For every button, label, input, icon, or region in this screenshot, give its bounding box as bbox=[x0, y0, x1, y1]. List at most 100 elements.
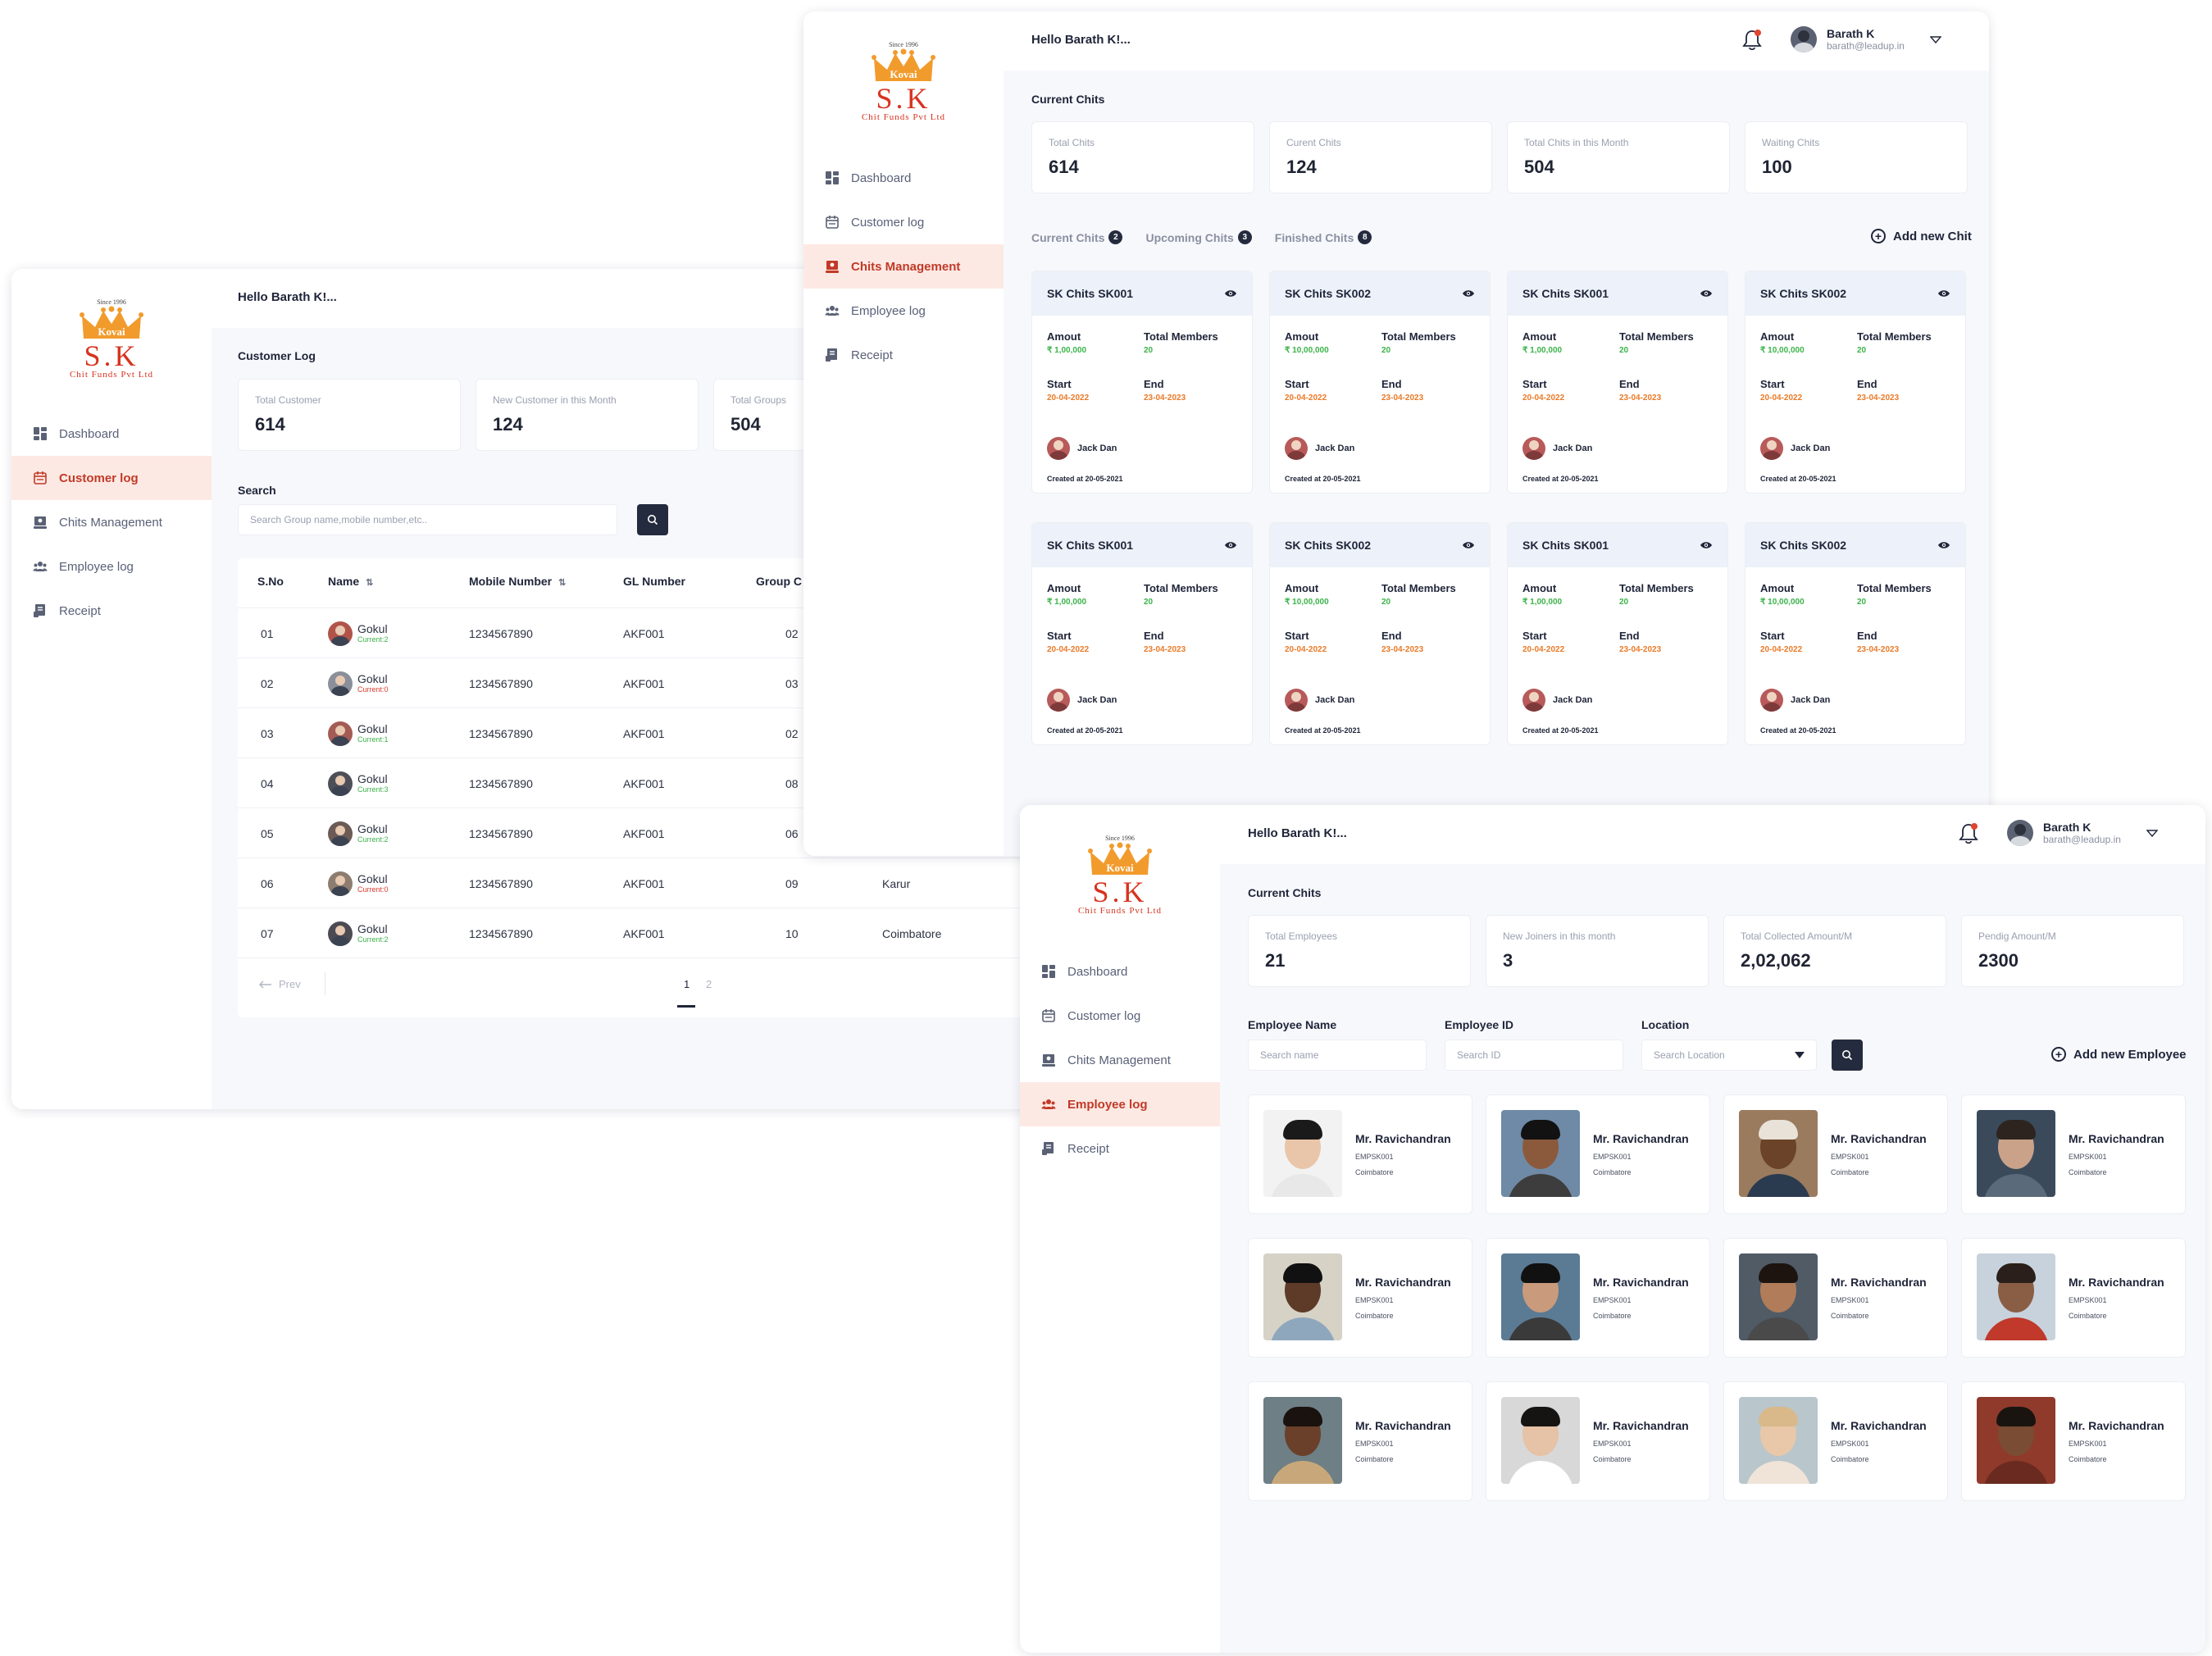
bell-icon[interactable] bbox=[1958, 821, 1979, 846]
employee-name-input[interactable]: Search name bbox=[1248, 1040, 1427, 1071]
brand-logo: Since 1996 Kovai S.K Chit Funds Pvt Ltd bbox=[11, 298, 212, 380]
employee-card[interactable]: Mr. Ravichandran EMPSK001 Coimbatore bbox=[1961, 1238, 2186, 1358]
cell-sno: 05 bbox=[261, 826, 274, 840]
tab-finished-chits[interactable]: Finished Chits 8 bbox=[1275, 230, 1372, 244]
avatar bbox=[1522, 437, 1545, 460]
user-menu[interactable]: Barath K barath@leadup.in bbox=[1791, 26, 1905, 52]
employee-card[interactable]: Mr. Ravichandran EMPSK001 Coimbatore bbox=[1248, 1381, 1472, 1501]
employee-photo bbox=[1501, 1253, 1580, 1340]
employee-card[interactable]: Mr. Ravichandran EMPSK001 Coimbatore bbox=[1486, 1238, 1710, 1358]
sidebar-item-receipt[interactable]: Receipt bbox=[1020, 1126, 1220, 1171]
sidebar-item-employee-log[interactable]: Employee log bbox=[11, 544, 212, 589]
chit-card-header: SK Chits SK001 bbox=[1508, 523, 1727, 567]
employee-card[interactable]: Mr. Ravichandran EMPSK001 Coimbatore bbox=[1486, 1094, 1710, 1214]
sidebar-item-receipt[interactable]: Receipt bbox=[803, 333, 1004, 377]
employee-card[interactable]: Mr. Ravichandran EMPSK001 Coimbatore bbox=[1248, 1094, 1472, 1214]
cell-mobile: 1234567890 bbox=[469, 876, 533, 890]
stat-card: New Customer in this Month 124 bbox=[476, 379, 699, 451]
chit-title: SK Chits SK001 bbox=[1047, 539, 1134, 552]
brand-logo: Since 1996 Kovai S.K Chit Funds Pvt Ltd bbox=[803, 41, 1004, 122]
bell-icon[interactable] bbox=[1741, 28, 1763, 52]
tab-current-chits[interactable]: Current Chits 2 bbox=[1031, 230, 1123, 244]
brand-initials: S.K bbox=[876, 82, 931, 115]
customer-log-icon bbox=[33, 471, 48, 485]
stat-card: Total Chits 614 bbox=[1031, 121, 1254, 193]
eye-icon[interactable] bbox=[1462, 287, 1475, 300]
sidebar-item-receipt[interactable]: Receipt bbox=[11, 589, 212, 633]
sidebar-item-dashboard[interactable]: Dashboard bbox=[803, 156, 1004, 200]
since-text: Since 1996 bbox=[889, 41, 918, 48]
brand-initials: S.K bbox=[84, 339, 139, 372]
sidebar-item-chits-management[interactable]: Chits Management bbox=[803, 244, 1004, 289]
add-chit-button[interactable]: + Add new Chit bbox=[1871, 229, 1972, 243]
photo-body bbox=[1270, 1461, 1336, 1484]
sidebar: Since 1996 Kovai S.K Chit Funds Pvt Ltd Das… bbox=[803, 11, 1004, 856]
column-header[interactable]: Name ⇅ bbox=[328, 575, 373, 588]
user-menu[interactable]: Barath K barath@leadup.in bbox=[2007, 820, 2121, 846]
sidebar-item-customer-log[interactable]: Customer log bbox=[11, 456, 212, 500]
eye-icon[interactable] bbox=[1224, 287, 1237, 300]
avatar-body bbox=[1763, 451, 1781, 460]
sidebar-item-chits-management[interactable]: Chits Management bbox=[1020, 1038, 1220, 1082]
column-header[interactable]: Mobile Number ⇅ bbox=[469, 575, 566, 588]
chit-card[interactable]: SK Chits SK002 Amout ₹ 10,00,000 Total Memb… bbox=[1745, 522, 1966, 745]
chit-card[interactable]: SK Chits SK002 Amout ₹ 10,00,000 Total Memb… bbox=[1269, 522, 1491, 745]
amount-value: ₹ 10,00,000 bbox=[1760, 346, 1805, 355]
chit-card[interactable]: SK Chits SK001 Amout ₹ 1,00,000 Total Membe… bbox=[1031, 522, 1253, 745]
search-button[interactable] bbox=[637, 504, 668, 535]
eye-icon[interactable] bbox=[1937, 539, 1950, 552]
employee-icon bbox=[33, 559, 48, 574]
chit-card[interactable]: SK Chits SK002 Amout ₹ 10,00,000 Total Memb… bbox=[1269, 271, 1491, 494]
cell-mobile: 1234567890 bbox=[469, 776, 533, 790]
tab-upcoming-chits[interactable]: Upcoming Chits 3 bbox=[1145, 230, 1252, 244]
sidebar-item-dashboard[interactable]: Dashboard bbox=[1020, 949, 1220, 994]
sidebar-item-employee-log[interactable]: Employee log bbox=[1020, 1082, 1220, 1126]
chit-card[interactable]: SK Chits SK001 Amout ₹ 1,00,000 Total Membe… bbox=[1031, 271, 1253, 494]
amount-value: ₹ 10,00,000 bbox=[1760, 598, 1805, 607]
customer-log-icon bbox=[825, 215, 840, 230]
chit-card-header: SK Chits SK001 bbox=[1508, 271, 1727, 316]
employee-card[interactable]: Mr. Ravichandran EMPSK001 Coimbatore bbox=[1723, 1238, 1948, 1358]
sidebar-item-dashboard[interactable]: Dashboard bbox=[11, 412, 212, 456]
column-header-label: Group C bbox=[756, 575, 802, 588]
sidebar-item-employee-log[interactable]: Employee log bbox=[803, 289, 1004, 333]
eye-icon[interactable] bbox=[1462, 539, 1475, 552]
eye-icon[interactable] bbox=[1224, 539, 1237, 552]
employee-card[interactable]: Mr. Ravichandran EMPSK001 Coimbatore bbox=[1248, 1238, 1472, 1358]
pager-prev[interactable]: Prev bbox=[259, 978, 301, 990]
chit-details: Amout ₹ 1,00,000 Total Members 20 Start 20-04… bbox=[1522, 582, 1719, 654]
cell-group: 10 bbox=[785, 926, 799, 940]
created-date: Created at 20-05-2021 bbox=[1047, 475, 1123, 483]
search-button[interactable] bbox=[1832, 1040, 1863, 1071]
chevron-down-icon[interactable] bbox=[1930, 36, 1941, 44]
employee-card[interactable]: Mr. Ravichandran EMPSK001 Coimbatore bbox=[1723, 1094, 1948, 1214]
location-input[interactable]: Search Location bbox=[1641, 1040, 1817, 1071]
chit-card[interactable]: SK Chits SK001 Amout ₹ 1,00,000 Total Membe… bbox=[1507, 271, 1728, 494]
chevron-down-icon[interactable] bbox=[2146, 830, 2158, 838]
eye-icon[interactable] bbox=[1700, 287, 1713, 300]
chit-card[interactable]: SK Chits SK001 Amout ₹ 1,00,000 Total Membe… bbox=[1507, 522, 1728, 745]
avatar-body bbox=[331, 885, 349, 896]
pager-page-1[interactable]: 1 bbox=[684, 978, 690, 990]
employee-card[interactable]: Mr. Ravichandran EMPSK001 Coimbatore bbox=[1486, 1381, 1710, 1501]
avatar-body bbox=[1525, 451, 1543, 460]
sidebar-item-label: Dashboard bbox=[851, 171, 912, 185]
employee-card[interactable]: Mr. Ravichandran EMPSK001 Coimbatore bbox=[1961, 1094, 2186, 1214]
add-employee-button[interactable]: + Add new Employee bbox=[2051, 1047, 2187, 1062]
employee-card[interactable]: Mr. Ravichandran EMPSK001 Coimbatore bbox=[1723, 1381, 1948, 1501]
sidebar-item-customer-log[interactable]: Customer log bbox=[1020, 994, 1220, 1038]
pager-page-2[interactable]: 2 bbox=[706, 978, 712, 990]
chit-card[interactable]: SK Chits SK002 Amout ₹ 10,00,000 Total Memb… bbox=[1745, 271, 1966, 494]
owner-name: Jack Dan bbox=[1791, 444, 1831, 453]
eye-icon[interactable] bbox=[1937, 287, 1950, 300]
stat-card: Total Customer 614 bbox=[238, 379, 461, 451]
avatar-head bbox=[1291, 692, 1301, 702]
table-row[interactable]: 07 Gokul Current:2 1234567890 AKF001 10 Coimba… bbox=[238, 908, 1066, 958]
sidebar-item-customer-log[interactable]: Customer log bbox=[803, 200, 1004, 244]
sidebar-item-chits-management[interactable]: Chits Management bbox=[11, 500, 212, 544]
employee-id-input[interactable]: Search ID bbox=[1445, 1040, 1623, 1071]
table-row[interactable]: 06 Gokul Current:0 1234567890 AKF001 09 Karur bbox=[238, 858, 1066, 908]
employee-card[interactable]: Mr. Ravichandran EMPSK001 Coimbatore bbox=[1961, 1381, 2186, 1501]
search-input[interactable]: Search Group name,mobile number,etc.. bbox=[238, 504, 617, 535]
eye-icon[interactable] bbox=[1700, 539, 1713, 552]
